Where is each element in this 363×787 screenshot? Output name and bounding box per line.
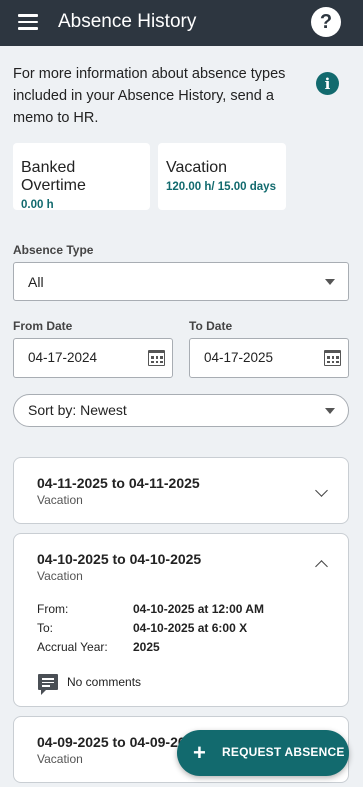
balance-card-vacation: Vacation 120.00 h/ 15.00 days — [158, 143, 286, 210]
chevron-down-icon[interactable] — [315, 484, 328, 497]
comment-icon — [38, 674, 58, 695]
to-date-value: 04-17-2025 — [204, 350, 274, 365]
absence-date-range: 04-10-2025 to 04-10-2025 — [37, 551, 202, 567]
sort-value: Sort by: Newest — [28, 402, 127, 418]
balance-value: 0.00 h — [21, 199, 54, 211]
absence-type-label: Absence Type — [13, 243, 94, 257]
comments-text: No comments — [67, 675, 142, 689]
accrual-year-value: 2025 — [133, 640, 160, 654]
absence-card-expanded[interactable]: 04-10-2025 to 04-10-2025 Vacation From: … — [13, 533, 349, 707]
balance-value: 120.00 h/ 15.00 days — [166, 181, 276, 193]
balance-card-banked-overtime: Banked Overtime 0.00 h — [13, 143, 150, 211]
calendar-icon[interactable] — [148, 350, 165, 366]
chevron-up-icon[interactable] — [315, 560, 328, 573]
sort-select[interactable]: Sort by: Newest — [13, 394, 349, 427]
app-bar: Absence History ? — [0, 0, 363, 46]
calendar-icon[interactable] — [324, 350, 341, 366]
menu-icon[interactable] — [18, 14, 38, 30]
from-value: 04-10-2025 at 12:00 AM — [133, 602, 264, 616]
from-date-label: From Date — [13, 319, 73, 333]
balance-label: Vacation — [166, 159, 228, 176]
absence-type: Vacation — [37, 752, 83, 766]
from-date-input[interactable]: 04-17-2024 — [13, 338, 173, 378]
accrual-year-label: Accrual Year: — [37, 640, 108, 654]
info-icon[interactable]: i — [316, 72, 339, 95]
absence-type-select[interactable]: All — [13, 262, 349, 301]
help-icon[interactable]: ? — [311, 7, 341, 37]
request-absence-label: REQUEST ABSENCE — [222, 745, 345, 759]
page-title: Absence History — [58, 11, 197, 32]
request-absence-button[interactable]: + REQUEST ABSENCE — [177, 730, 349, 776]
balance-label: Banked Overtime — [21, 159, 86, 194]
absence-type: Vacation — [37, 569, 83, 583]
to-value: 04-10-2025 at 6:00 X — [133, 621, 248, 635]
from-date-value: 04-17-2024 — [28, 350, 98, 365]
absence-date-range: 04-11-2025 to 04-11-2025 — [37, 475, 200, 491]
absence-card[interactable]: 04-11-2025 to 04-11-2025 Vacation — [13, 457, 349, 524]
absence-date-range: 04-09-2025 to 04-09-20 — [37, 734, 186, 750]
plus-icon: + — [193, 740, 206, 765]
info-message: For more information about absence types… — [13, 66, 286, 126]
absence-type-value: All — [28, 273, 44, 290]
dropdown-caret-icon — [325, 407, 335, 414]
from-label: From: — [37, 602, 69, 616]
absence-type: Vacation — [37, 493, 83, 507]
dropdown-caret-icon — [325, 278, 335, 285]
to-date-label: To Date — [189, 319, 233, 333]
to-label: To: — [37, 621, 54, 635]
to-date-input[interactable]: 04-17-2025 — [189, 338, 349, 378]
